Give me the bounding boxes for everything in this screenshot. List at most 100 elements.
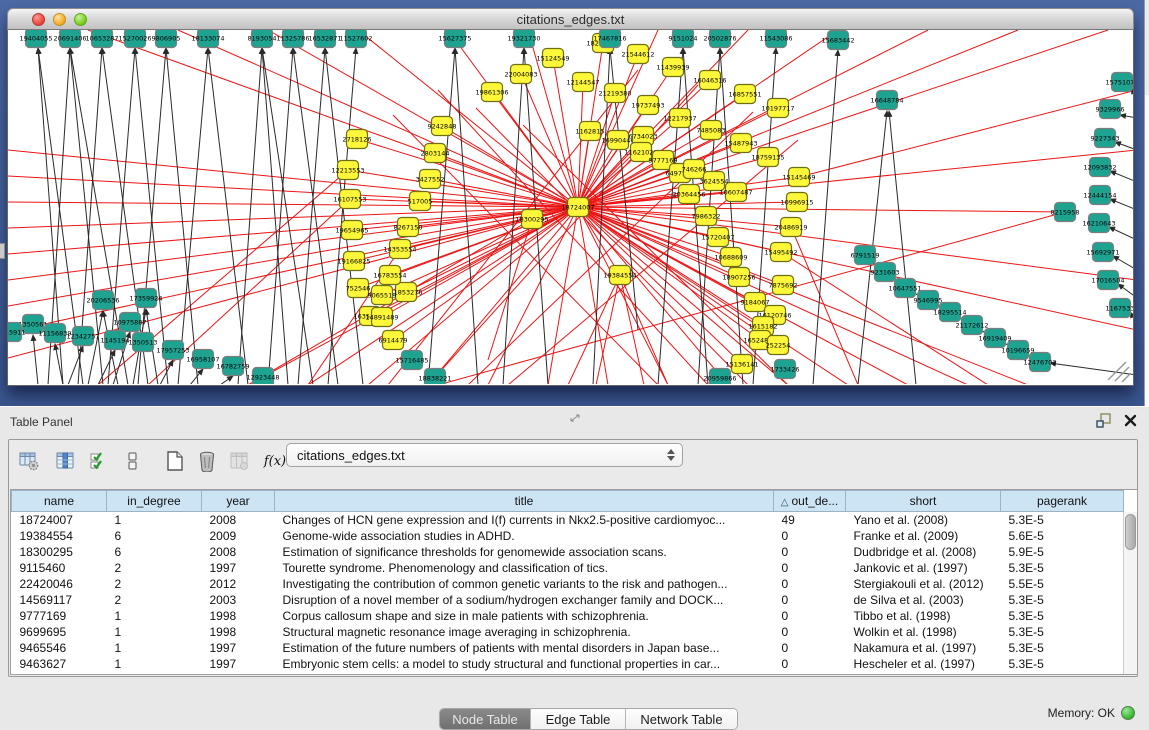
table-cell[interactable]: 0 [774, 608, 846, 624]
table-cell[interactable]: 18300295 [12, 544, 107, 560]
table-cell[interactable]: 1 [107, 512, 202, 528]
close-window-icon[interactable] [32, 13, 45, 26]
table-cell[interactable]: Hescheler et al. (1997) [846, 656, 1001, 672]
table-cell[interactable]: 19384554 [12, 528, 107, 544]
network-view-window[interactable]: citations_edges.txt 18724007271812612213… [7, 8, 1134, 386]
table-row[interactable]: 1830029562008Estimation of significance … [12, 544, 1124, 560]
table-cell[interactable]: 1998 [202, 624, 275, 640]
table-row[interactable]: 977716911998Corpus callosum shape and si… [12, 608, 1124, 624]
new-document-icon[interactable] [163, 449, 187, 473]
network-canvas[interactable]: 1872400727181261221355316107553196549651… [7, 30, 1134, 386]
table-cell[interactable]: 9777169 [12, 608, 107, 624]
table-cell[interactable]: Investigating the contribution of common… [275, 576, 774, 592]
table-cell[interactable]: 0 [774, 560, 846, 576]
table-cell[interactable]: 1997 [202, 656, 275, 672]
table-cell[interactable]: 5.3E-5 [1001, 592, 1124, 608]
split-resize-icon[interactable] [570, 409, 580, 427]
table-header-row[interactable]: namein_degreeyeartitle△out_de...shortpag… [12, 491, 1124, 512]
table-cell[interactable]: 0 [774, 592, 846, 608]
table-row[interactable]: 1938455462009Genome-wide association stu… [12, 528, 1124, 544]
table-cell[interactable]: 0 [774, 624, 846, 640]
table-cell[interactable]: Embryonic stem cells: a model to study s… [275, 656, 774, 672]
table-cell[interactable]: Estimation of significance thresholds fo… [275, 544, 774, 560]
table-cell[interactable]: Genome-wide association studies in ADHD. [275, 528, 774, 544]
table-cell[interactable]: 5.3E-5 [1001, 656, 1124, 672]
node-table[interactable]: namein_degreeyeartitle△out_de...shortpag… [11, 490, 1124, 672]
table-cell[interactable]: 0 [774, 640, 846, 656]
trash-icon[interactable] [195, 449, 219, 473]
table-row[interactable]: 946554611997Estimation of the future num… [12, 640, 1124, 656]
canvas-resize-grip-icon[interactable] [1108, 362, 1131, 382]
table-cell[interactable]: 2 [107, 592, 202, 608]
table-vertical-scrollbar[interactable] [1123, 512, 1137, 674]
table-cell[interactable]: 0 [774, 656, 846, 672]
close-panel-icon[interactable] [1124, 414, 1137, 432]
table-cell[interactable]: 5.3E-5 [1001, 624, 1124, 640]
table-cell[interactable]: 2 [107, 560, 202, 576]
table-cell[interactable]: 5.9E-5 [1001, 544, 1124, 560]
table-cell[interactable]: Disruption of a novel member of a sodium… [275, 592, 774, 608]
table-cell[interactable]: 5.5E-5 [1001, 576, 1124, 592]
table-select-dropdown[interactable]: citations_edges.txt [286, 443, 683, 467]
column-header-in-degree[interactable]: in_degree [107, 491, 202, 512]
table-row[interactable]: 969969511998Structural magnetic resonanc… [12, 624, 1124, 640]
table-cell[interactable]: 2008 [202, 544, 275, 560]
table-row[interactable]: 1456911722003Disruption of a novel membe… [12, 592, 1124, 608]
table-cell[interactable]: de Silva et al. (2003) [846, 592, 1001, 608]
table-cell[interactable]: Wolkin et al. (1998) [846, 624, 1001, 640]
table-cell[interactable]: 5.6E-5 [1001, 528, 1124, 544]
table-cell[interactable]: 18724007 [12, 512, 107, 528]
table-cell[interactable]: Dudbridge et al. (2008) [846, 544, 1001, 560]
table-cell[interactable]: Stergiakouli et al. (2012) [846, 576, 1001, 592]
table-cell[interactable]: 49 [774, 512, 846, 528]
table-cell[interactable]: 5.3E-5 [1001, 608, 1124, 624]
column-header-out-de-[interactable]: △out_de... [774, 491, 846, 512]
table-cell[interactable]: 1998 [202, 608, 275, 624]
table-cell[interactable]: Franke et al. (2009) [846, 528, 1001, 544]
column-header-title[interactable]: title [275, 491, 774, 512]
table-cell[interactable]: 1997 [202, 560, 275, 576]
table-cell[interactable]: 2003 [202, 592, 275, 608]
table-row[interactable]: 1872400712008Changes of HCN gene express… [12, 512, 1124, 528]
float-panel-icon[interactable] [1096, 413, 1112, 433]
table-cell[interactable]: 1997 [202, 640, 275, 656]
select-checks-icon[interactable] [87, 449, 111, 473]
table-cell[interactable]: 5.3E-5 [1001, 512, 1124, 528]
table-cell[interactable]: 0 [774, 528, 846, 544]
tab-edge-table[interactable]: Edge Table [531, 709, 626, 729]
table-cell[interactable]: 2008 [202, 512, 275, 528]
function-builder-icon[interactable]: f(x) [263, 449, 287, 473]
table-cell[interactable]: 2012 [202, 576, 275, 592]
rows-icon[interactable] [121, 449, 145, 473]
column-header-short[interactable]: short [846, 491, 1001, 512]
table-cell[interactable]: Tibbo et al. (1998) [846, 608, 1001, 624]
table-cell[interactable]: 5.3E-5 [1001, 560, 1124, 576]
table-cell[interactable]: 5.3E-5 [1001, 640, 1124, 656]
table-cell[interactable]: 9463627 [12, 656, 107, 672]
network-canvas-svg[interactable]: 1872400727181261221355316107553196549651… [8, 30, 1133, 384]
table-cell[interactable]: 9699695 [12, 624, 107, 640]
table-settings-icon[interactable] [17, 449, 41, 473]
table-cell[interactable]: Yano et al. (2008) [846, 512, 1001, 528]
table-cell[interactable]: 6 [107, 544, 202, 560]
table-cell[interactable]: 0 [774, 544, 846, 560]
table-cell[interactable]: Changes of HCN gene expression and I(f) … [275, 512, 774, 528]
table-cell[interactable]: Corpus callosum shape and size in male p… [275, 608, 774, 624]
table-cell[interactable]: 1 [107, 640, 202, 656]
table-cell[interactable]: Structural magnetic resonance image aver… [275, 624, 774, 640]
table-cell[interactable]: 14569117 [12, 592, 107, 608]
table-cell[interactable]: 1 [107, 656, 202, 672]
table-cell[interactable]: 6 [107, 528, 202, 544]
panel-collapse-handle[interactable] [0, 243, 5, 259]
table-cell[interactable]: 9465546 [12, 640, 107, 656]
table-cell[interactable]: 2009 [202, 528, 275, 544]
column-header-pagerank[interactable]: pagerank [1001, 491, 1124, 512]
table-row[interactable]: 946362711997Embryonic stem cells: a mode… [12, 656, 1124, 672]
scrollbar-thumb[interactable] [1125, 514, 1136, 550]
table-cell[interactable]: 1 [107, 624, 202, 640]
minimize-window-icon[interactable] [53, 13, 66, 26]
table-row[interactable]: 911546021997Tourette syndrome. Phenomeno… [12, 560, 1124, 576]
table-cell[interactable]: 22420046 [12, 576, 107, 592]
table-cell[interactable]: 0 [774, 576, 846, 592]
maximize-window-icon[interactable] [74, 13, 87, 26]
